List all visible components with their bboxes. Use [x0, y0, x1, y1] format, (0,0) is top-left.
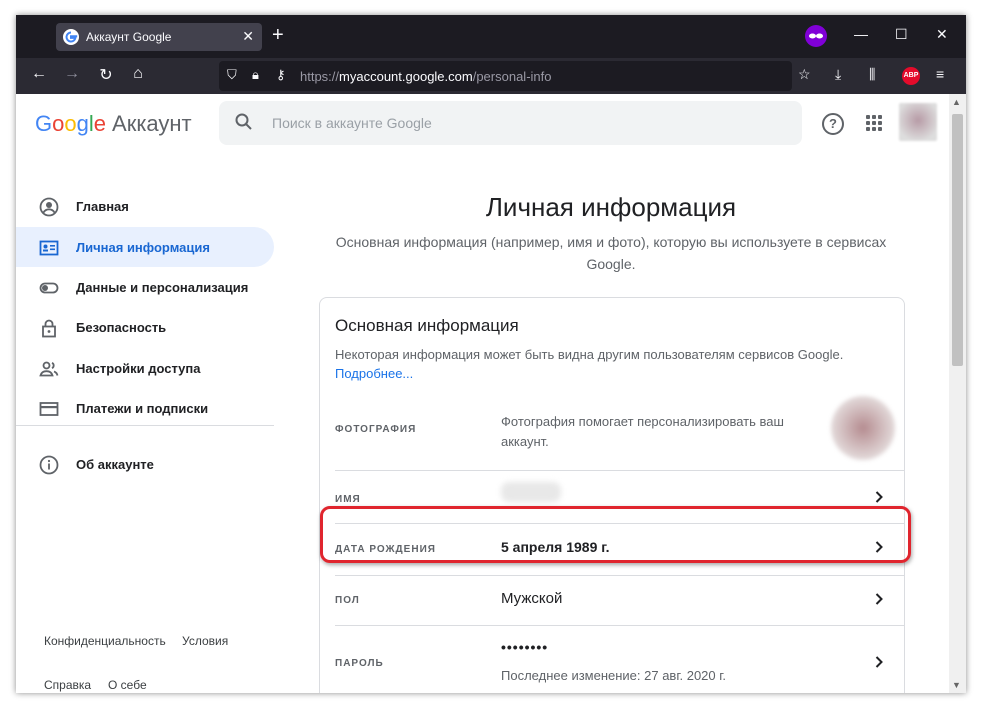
page-description: Основная информация (например, имя и фот…: [335, 234, 887, 272]
avatar[interactable]: [899, 103, 937, 141]
address-bar[interactable]: ⛉ 🔒︎ ⚷ https://myaccount.google.com/pers…: [219, 61, 792, 91]
footer-link-about[interactable]: О себе: [108, 678, 147, 692]
password-last-changed: Последнее изменение: 27 авг. 2020 г.: [501, 668, 727, 683]
home-icon[interactable]: ⌂: [128, 65, 148, 83]
tab-title: Аккаунт Google: [86, 30, 172, 44]
sidebar-item-home[interactable]: Главная: [16, 186, 274, 226]
google-account-logo[interactable]: Google Аккаунт: [35, 111, 192, 137]
sidebar-item-label: Данные и персонализация: [76, 280, 249, 295]
logo-letter: o: [64, 111, 77, 136]
gender-label: ПОЛ: [335, 595, 360, 606]
gender-value: Мужской: [501, 590, 563, 607]
lock-icon: [42, 319, 56, 338]
sidebar-item-label: Личная информация: [76, 240, 210, 255]
sidebar-item-label: Безопасность: [76, 320, 167, 335]
close-window-button[interactable]: ✕: [936, 26, 948, 43]
sidebar-divider: [16, 425, 274, 426]
help-icon[interactable]: ?: [822, 113, 844, 135]
account-search-input[interactable]: Поиск в аккаунте Google: [219, 101, 802, 145]
learn-more-link[interactable]: Подробнее...: [335, 366, 413, 381]
browser-window: Аккаунт Google ✕ + — ☐ ✕ ← → ↻ ⌂ ⛉ 🔒︎ ⚷ …: [16, 15, 966, 693]
logo-letter: e: [93, 111, 107, 136]
search-icon: [235, 113, 252, 130]
gender-row[interactable]: ПОЛ Мужской: [320, 576, 904, 625]
library-icon[interactable]: ⫼: [869, 66, 875, 83]
adblock-plus-icon[interactable]: ABP: [902, 67, 920, 85]
forward-arrow-icon[interactable]: →: [62, 65, 82, 83]
card-description: Некоторая информация может быть видна др…: [335, 345, 895, 383]
tab-strip: Аккаунт Google ✕ + — ☐ ✕: [16, 15, 966, 58]
basic-info-card: Основная информация Некоторая информация…: [319, 297, 905, 693]
chevron-right-icon: [875, 656, 883, 668]
browser-tab[interactable]: Аккаунт Google ✕: [56, 23, 262, 51]
url-host: myaccount.google.com: [339, 69, 473, 84]
photo-label: ФОТОГРАФИЯ: [335, 424, 417, 435]
url-text[interactable]: https://myaccount.google.com/personal-in…: [300, 69, 552, 84]
photo-row[interactable]: ФОТОГРАФИЯ Фотография помогает персонали…: [320, 389, 904, 469]
maximize-button[interactable]: ☐: [895, 26, 908, 43]
birthday-highlight-box: [320, 506, 911, 563]
page-title: Личная информация: [485, 192, 737, 222]
scroll-down-icon[interactable]: ▼: [952, 680, 961, 690]
chevron-right-icon: [875, 491, 883, 503]
tab-close-icon[interactable]: ✕: [242, 28, 254, 45]
logo-letter: g: [76, 111, 89, 136]
sidebar-item-payments[interactable]: Платежи и подписки: [16, 388, 274, 428]
sidebar-item-security[interactable]: Безопасность: [16, 307, 274, 347]
sidebar-item-about[interactable]: Об аккаунте: [16, 444, 274, 484]
shield-icon[interactable]: ⛉: [227, 67, 237, 83]
sidebar-item-label: Платежи и подписки: [76, 401, 209, 416]
card-description-text: Некоторая информация может быть видна др…: [335, 347, 844, 362]
scroll-thumb[interactable]: [952, 114, 963, 366]
google-apps-icon[interactable]: [866, 115, 882, 131]
back-arrow-icon[interactable]: ←: [29, 65, 49, 83]
footer-link-privacy[interactable]: Конфиденциальность: [44, 634, 166, 648]
person-circle-icon: [39, 197, 59, 217]
sidebar-item-label: Главная: [76, 199, 129, 214]
menu-icon[interactable]: ≡: [936, 66, 944, 82]
navigation-toolbar: ← → ↻ ⌂ ⛉ 🔒︎ ⚷ https://myaccount.google.…: [16, 58, 966, 94]
chevron-right-icon: [875, 593, 883, 605]
url-prefix: https://: [300, 69, 340, 84]
credit-card-icon: [39, 402, 59, 416]
password-label: ПАРОЛЬ: [335, 658, 384, 669]
vertical-scrollbar[interactable]: ▲ ▼: [949, 94, 966, 693]
logo-letter: o: [52, 111, 65, 136]
sidebar-item-label: Об аккаунте: [76, 457, 154, 472]
profile-photo[interactable]: [831, 396, 895, 460]
minimize-button[interactable]: —: [854, 26, 868, 42]
sidebar-item-data-personalization[interactable]: Данные и персонализация: [16, 267, 274, 307]
page-content: Google Аккаунт Поиск в аккаунте Google ? …: [16, 94, 949, 693]
url-path: /personal-info: [472, 69, 552, 84]
id-card-icon: [39, 240, 59, 256]
photo-description: Фотография помогает персонализировать ва…: [501, 414, 784, 449]
footer-link-help[interactable]: Справка: [44, 678, 91, 692]
new-tab-button[interactable]: +: [272, 24, 284, 46]
password-value: ••••••••: [501, 639, 549, 655]
name-value-blurred: [501, 482, 561, 502]
google-favicon-icon: [63, 29, 79, 45]
sidebar-item-personal-info[interactable]: Личная информация: [16, 227, 274, 267]
logo-letter: G: [35, 111, 53, 136]
sidebar-item-label: Настройки доступа: [76, 361, 201, 376]
downloads-icon[interactable]: ⤓: [835, 66, 841, 83]
password-row[interactable]: ПАРОЛЬ •••••••• Последнее изменение: 27 …: [320, 626, 904, 693]
search-placeholder: Поиск в аккаунте Google: [272, 115, 432, 131]
name-label: ИМЯ: [335, 494, 361, 505]
bookmark-star-icon[interactable]: ☆: [798, 66, 811, 83]
info-icon: [39, 455, 59, 475]
logo-product-name: Аккаунт: [112, 111, 192, 136]
private-browsing-icon: [805, 25, 827, 47]
footer-link-terms[interactable]: Условия: [182, 634, 228, 648]
reload-icon[interactable]: ↻: [96, 65, 116, 85]
key-icon[interactable]: ⚷: [276, 67, 286, 83]
scroll-up-icon[interactable]: ▲: [952, 97, 961, 107]
card-title: Основная информация: [335, 316, 519, 335]
toggle-icon: [39, 282, 59, 294]
sidebar-item-people-sharing[interactable]: Настройки доступа: [16, 348, 274, 388]
padlock-icon[interactable]: 🔒︎: [252, 67, 259, 83]
people-icon: [39, 361, 59, 377]
